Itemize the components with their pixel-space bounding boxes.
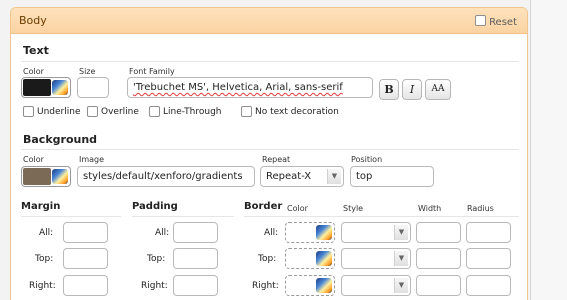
font-family-label: Font Family <box>129 67 175 76</box>
underline-option[interactable]: Underline <box>23 106 80 117</box>
text-color-label: Color <box>23 67 44 76</box>
padding-right-input[interactable] <box>173 275 218 296</box>
text-size-input[interactable] <box>77 77 109 98</box>
border-section-title: Border <box>244 201 283 212</box>
overline-option[interactable]: Overline <box>87 106 139 117</box>
right-scroll-area <box>530 0 567 300</box>
border-top-style-select[interactable]: ▼ <box>341 248 411 269</box>
background-repeat-label: Repeat <box>262 155 291 164</box>
background-section-divider <box>21 149 519 150</box>
margin-all-label: All: <box>39 228 54 238</box>
border-top-color-picker[interactable] <box>285 248 335 269</box>
chevron-down-icon: ▼ <box>394 225 408 240</box>
chevron-down-icon: ▼ <box>394 251 408 266</box>
border-top-width-input[interactable] <box>416 248 461 269</box>
background-position-label: Position <box>351 155 383 164</box>
color-picker-icon <box>52 80 68 95</box>
panel-header: Body Reset <box>11 8 527 34</box>
body-style-panel: Body Reset Text Color Size Font Family '… <box>10 7 528 300</box>
color-picker-icon <box>316 251 332 266</box>
bold-button[interactable]: B <box>379 79 399 100</box>
border-radius-column-label: Radius <box>467 204 494 213</box>
border-all-label: All: <box>264 228 279 238</box>
italic-button[interactable]: I <box>402 79 422 100</box>
border-all-width-input[interactable] <box>416 222 461 243</box>
no-decoration-checkbox[interactable] <box>241 106 252 117</box>
background-color-label: Color <box>23 155 44 164</box>
margin-top-label: Top: <box>35 254 54 264</box>
color-picker-icon <box>316 225 332 240</box>
text-case-button[interactable]: AA <box>425 79 451 100</box>
color-picker-icon <box>316 278 332 293</box>
background-color-picker[interactable] <box>21 166 71 187</box>
text-color-swatch <box>23 79 51 96</box>
background-position-input[interactable]: top <box>350 166 434 187</box>
repeat-selected-value: Repeat-X <box>266 171 312 182</box>
padding-all-label: All: <box>155 228 170 238</box>
border-top-label: Top: <box>258 254 277 264</box>
padding-top-input[interactable] <box>173 248 218 269</box>
padding-right-label: Right: <box>141 281 168 291</box>
font-family-value: 'Trebuchet MS', Helvetica, Arial, sans-s… <box>133 82 343 93</box>
padding-divider <box>132 216 234 217</box>
text-section-divider <box>21 61 519 62</box>
background-section-title: Background <box>23 133 98 146</box>
margin-all-input[interactable] <box>63 222 108 243</box>
underline-checkbox[interactable] <box>23 106 34 117</box>
reset-checkbox[interactable] <box>475 15 487 26</box>
margin-right-label: Right: <box>29 281 56 291</box>
margin-top-input[interactable] <box>63 248 108 269</box>
text-color-picker[interactable] <box>21 77 71 98</box>
background-image-input[interactable]: styles/default/xenforo/gradients <box>77 166 255 187</box>
no-decoration-label: No text decoration <box>255 106 339 117</box>
text-size-label: Size <box>79 67 96 76</box>
margin-section-title: Margin <box>21 201 61 212</box>
line-through-checkbox[interactable] <box>149 106 160 117</box>
margin-right-input[interactable] <box>63 275 108 296</box>
overline-checkbox[interactable] <box>87 106 98 117</box>
reset-control[interactable]: Reset <box>475 14 517 28</box>
padding-top-label: Top: <box>147 254 166 264</box>
line-through-label: Line-Through <box>163 106 222 117</box>
panel-title: Body <box>19 14 47 27</box>
background-repeat-select[interactable]: Repeat-X ▼ <box>260 166 344 187</box>
chevron-down-icon: ▼ <box>394 278 408 293</box>
border-right-color-picker[interactable] <box>285 275 335 296</box>
overline-label: Overline <box>101 106 139 117</box>
border-width-column-label: Width <box>418 204 442 213</box>
border-style-column-label: Style <box>343 204 364 213</box>
color-picker-icon <box>52 169 68 184</box>
text-section-title: Text <box>23 44 49 57</box>
border-right-style-select[interactable]: ▼ <box>341 275 411 296</box>
border-divider <box>244 216 519 217</box>
chevron-down-icon: ▼ <box>327 169 341 184</box>
underline-label: Underline <box>37 106 81 117</box>
line-through-option[interactable]: Line-Through <box>149 106 222 117</box>
no-decoration-option[interactable]: No text decoration <box>241 106 339 117</box>
background-color-swatch <box>23 168 51 185</box>
font-family-input[interactable]: 'Trebuchet MS', Helvetica, Arial, sans-s… <box>127 77 373 98</box>
padding-section-title: Padding <box>132 201 178 212</box>
background-image-label: Image <box>79 155 105 164</box>
border-all-style-select[interactable]: ▼ <box>341 222 411 243</box>
border-all-color-picker[interactable] <box>285 222 335 243</box>
border-top-radius-input[interactable] <box>466 248 511 269</box>
border-right-radius-input[interactable] <box>466 275 511 296</box>
border-all-radius-input[interactable] <box>466 222 511 243</box>
margin-divider <box>21 216 121 217</box>
padding-all-input[interactable] <box>173 222 218 243</box>
reset-label: Reset <box>489 17 517 28</box>
border-right-width-input[interactable] <box>416 275 461 296</box>
border-right-label: Right: <box>252 281 279 291</box>
border-color-column-label: Color <box>287 204 308 213</box>
